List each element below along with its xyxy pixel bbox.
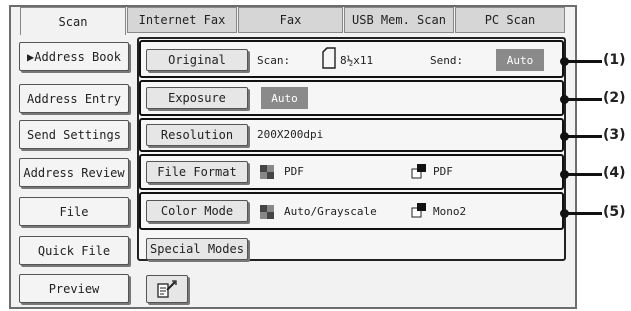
tab-usb-mem-scan[interactable]: USB Mem. Scan [344, 7, 454, 33]
callout-line-4 [566, 173, 602, 176]
edit-button[interactable] [146, 275, 188, 303]
callout-line-3 [566, 135, 602, 138]
mono-page-icon [411, 164, 426, 179]
callout-1: (1) [603, 52, 626, 68]
resolution-button[interactable]: Resolution [146, 124, 248, 146]
mono-page-icon [411, 203, 426, 218]
exposure-button[interactable]: Exposure [146, 87, 248, 109]
scan-size-value: 8½x11 [340, 54, 374, 67]
callout-dot-1 [560, 57, 569, 66]
callout-5: (5) [603, 204, 626, 220]
callout-dot-5 [560, 209, 569, 218]
paper-size-icon [322, 47, 336, 69]
callout-line-2 [566, 98, 602, 101]
file-button[interactable]: File [19, 197, 129, 226]
file-format-value-1: PDF [284, 165, 304, 178]
address-review-button[interactable]: Address Review [19, 158, 129, 187]
tab-scan[interactable]: Scan [20, 7, 126, 35]
address-book-button[interactable]: ▶Address Book [19, 42, 129, 71]
callout-line-1 [566, 60, 602, 63]
special-modes-button[interactable]: Special Modes [146, 238, 248, 260]
edit-icon [155, 279, 179, 299]
quick-file-button[interactable]: Quick File [19, 236, 129, 265]
send-settings-button[interactable]: Send Settings [19, 120, 129, 149]
tab-pc-scan[interactable]: PC Scan [455, 7, 565, 33]
callout-dot-2 [560, 95, 569, 104]
color-mode-value-1: Auto/Grayscale [284, 205, 377, 218]
tab-fax[interactable]: Fax [238, 7, 343, 33]
scan-label: Scan: [257, 54, 291, 67]
callout-dot-4 [560, 170, 569, 179]
original-button[interactable]: Original [146, 49, 248, 71]
send-auto-value: Auto [496, 49, 544, 71]
exposure-auto-value: Auto [261, 87, 308, 109]
color-mode-value-2: Mono2 [433, 205, 467, 218]
callout-line-5 [566, 212, 602, 215]
color-grid-icon [260, 164, 274, 179]
file-format-value-2: PDF [433, 165, 453, 178]
callout-3: (3) [603, 127, 626, 143]
tab-internet-fax[interactable]: Internet Fax [127, 7, 237, 33]
callout-dot-3 [560, 132, 569, 141]
preview-button[interactable]: Preview [19, 274, 129, 303]
color-grid-icon [260, 204, 274, 219]
address-entry-button[interactable]: Address Entry [19, 84, 129, 113]
send-label: Send: [430, 54, 464, 67]
file-format-button[interactable]: File Format [146, 161, 248, 183]
callout-4: (4) [603, 165, 626, 181]
resolution-value: 200X200dpi [257, 128, 324, 141]
callout-2: (2) [603, 90, 626, 106]
color-mode-button[interactable]: Color Mode [146, 200, 248, 222]
